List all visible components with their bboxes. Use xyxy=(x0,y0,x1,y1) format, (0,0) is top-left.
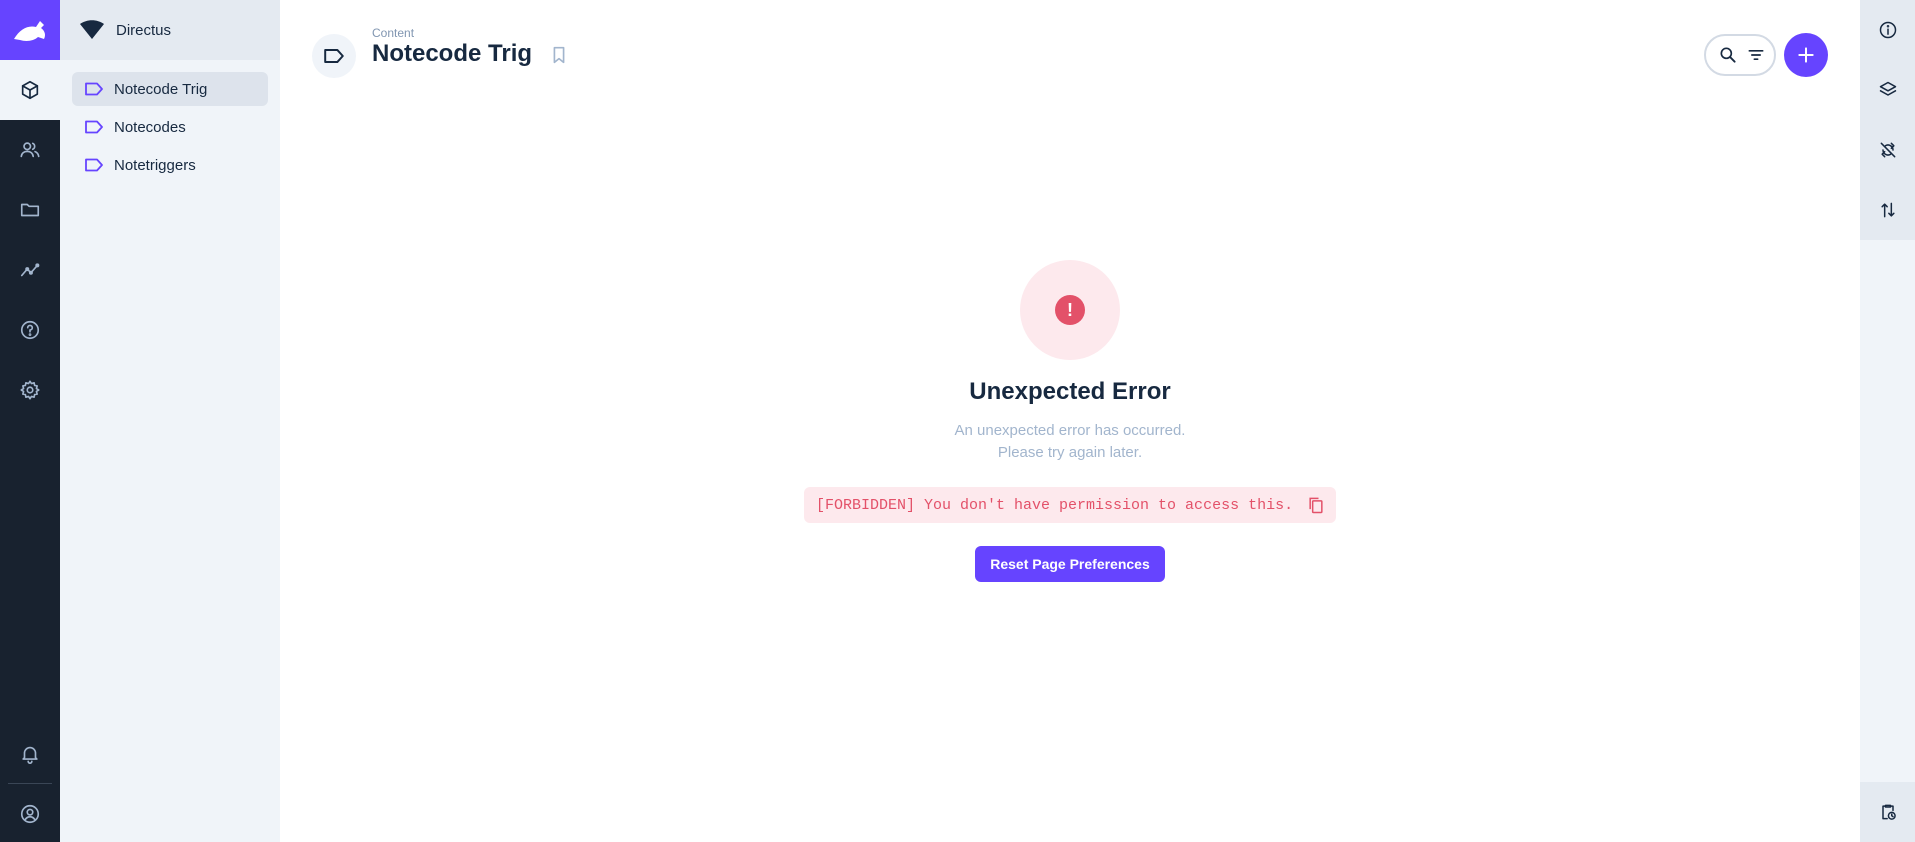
insights-icon xyxy=(20,263,40,277)
page-title: Notecode Trig xyxy=(372,40,533,67)
nav-item-notecode-trig[interactable]: Notecode Trig xyxy=(72,72,268,106)
gear-icon xyxy=(20,380,40,400)
module-users[interactable] xyxy=(0,120,60,180)
account-icon xyxy=(20,804,40,824)
error-title: Unexpected Error xyxy=(969,378,1171,405)
module-bar xyxy=(0,0,60,842)
nav-item-label: Notecodes xyxy=(114,118,186,136)
label-icon xyxy=(84,79,104,99)
bookmark-icon[interactable] xyxy=(548,44,570,66)
clipboard-clock-icon xyxy=(1881,804,1896,820)
sidebar-import-export-button[interactable] xyxy=(1860,180,1915,240)
error-description-line1: An unexpected error has occurred. xyxy=(954,422,1186,439)
collection-icon-button[interactable] xyxy=(312,34,356,78)
sidebar-activity-button[interactable] xyxy=(1860,782,1915,842)
search-filter-pill[interactable] xyxy=(1704,34,1776,76)
import-export-icon xyxy=(1880,202,1895,218)
label-icon xyxy=(84,117,104,137)
error-code-box: [FORBIDDEN] You don't have permission to… xyxy=(804,487,1336,523)
label-icon xyxy=(84,155,104,175)
project-name: Directus xyxy=(116,21,172,39)
module-files[interactable] xyxy=(0,180,60,240)
help-icon xyxy=(20,320,40,340)
sidebar-sync-button[interactable] xyxy=(1860,120,1915,180)
module-settings[interactable] xyxy=(0,360,60,420)
sidebar-layout-button[interactable] xyxy=(1860,60,1915,120)
copy-icon[interactable] xyxy=(1306,495,1326,515)
breadcrumb[interactable]: Content xyxy=(372,26,414,40)
sidebar-info-button[interactable] xyxy=(1860,0,1915,60)
folder-icon xyxy=(20,203,40,217)
info-icon xyxy=(1879,21,1896,39)
page-header: Content Notecode Trig xyxy=(280,0,1860,110)
box-icon xyxy=(21,80,39,100)
navigation-panel: Directus Notecode Trig Notecodes Notetri… xyxy=(60,0,280,842)
label-icon xyxy=(324,48,344,64)
rabbit-logo-icon xyxy=(14,21,45,41)
sync-off-icon xyxy=(1880,142,1895,158)
users-icon xyxy=(20,142,40,158)
error-description-line2: Please try again later. xyxy=(997,444,1143,461)
add-icon xyxy=(1798,47,1814,63)
reset-page-preferences-button[interactable]: Reset Page Preferences xyxy=(975,546,1165,582)
nav-item-notetriggers[interactable]: Notetriggers xyxy=(72,148,268,182)
nav-item-label: Notetriggers xyxy=(114,156,196,174)
nav-item-label: Notecode Trig xyxy=(114,80,208,98)
layers-icon xyxy=(1879,81,1896,96)
create-item-button[interactable] xyxy=(1784,33,1828,77)
brand-logo[interactable] xyxy=(0,0,60,60)
right-sidebar xyxy=(1860,0,1915,842)
module-insights[interactable] xyxy=(0,240,60,300)
search-icon[interactable] xyxy=(1718,45,1738,65)
error-code-text: [FORBIDDEN] You don't have permission to… xyxy=(816,496,1294,514)
user-menu-button[interactable] xyxy=(0,784,60,842)
wifi-icon xyxy=(80,18,104,42)
error-icon-circle: ! xyxy=(1020,260,1120,360)
project-header[interactable]: Directus xyxy=(60,0,280,60)
nav-item-notecodes[interactable]: Notecodes xyxy=(72,110,268,144)
module-content[interactable] xyxy=(0,60,60,120)
module-help[interactable] xyxy=(0,300,60,360)
filter-icon[interactable] xyxy=(1746,45,1766,65)
main-content: ! Unexpected Error An unexpected error h… xyxy=(280,110,1860,842)
collection-list: Notecode Trig Notecodes Notetriggers xyxy=(60,60,280,198)
notifications-button[interactable] xyxy=(0,724,60,784)
error-icon: ! xyxy=(1055,295,1085,325)
error-description: An unexpected error has occurred. Please… xyxy=(280,420,1860,464)
app-root: Directus Notecode Trig Notecodes Notetri… xyxy=(0,0,1915,842)
bell-icon xyxy=(22,746,38,764)
